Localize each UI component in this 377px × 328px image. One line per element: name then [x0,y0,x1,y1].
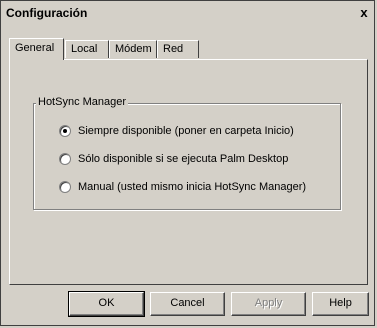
radio-always-available[interactable]: Siempre disponible (poner en carpeta Ini… [59,124,294,138]
groupbox-label: HotSync Manager [36,96,129,108]
tab-general[interactable]: General [9,38,64,60]
radio-only-with-palm-desktop[interactable]: Sólo disponible si se ejecuta Palm Deskt… [59,152,288,166]
radio-label: Manual (usted mismo inicia HotSync Manag… [78,181,307,193]
title-bar[interactable]: Configuración x [2,2,373,26]
tab-strip: General Local Módem Red [9,38,369,60]
close-button[interactable]: x [357,6,371,20]
tab-modem[interactable]: Módem [109,40,157,58]
ok-button[interactable]: OK [68,291,145,317]
radio-button-selected[interactable] [59,125,71,137]
tab-red[interactable]: Red [157,40,199,58]
window-title: Configuración [6,6,88,20]
radio-label: Sólo disponible si se ejecuta Palm Deskt… [78,153,289,165]
apply-button[interactable]: Apply [231,292,306,316]
cancel-button[interactable]: Cancel [150,292,225,316]
radio-button[interactable] [59,181,71,193]
help-button[interactable]: Help [312,292,369,316]
radio-button[interactable] [59,153,71,165]
radio-manual[interactable]: Manual (usted mismo inicia HotSync Manag… [59,180,306,194]
radio-label: Siempre disponible (poner en carpeta Ini… [78,125,294,137]
tab-local[interactable]: Local [65,40,109,58]
